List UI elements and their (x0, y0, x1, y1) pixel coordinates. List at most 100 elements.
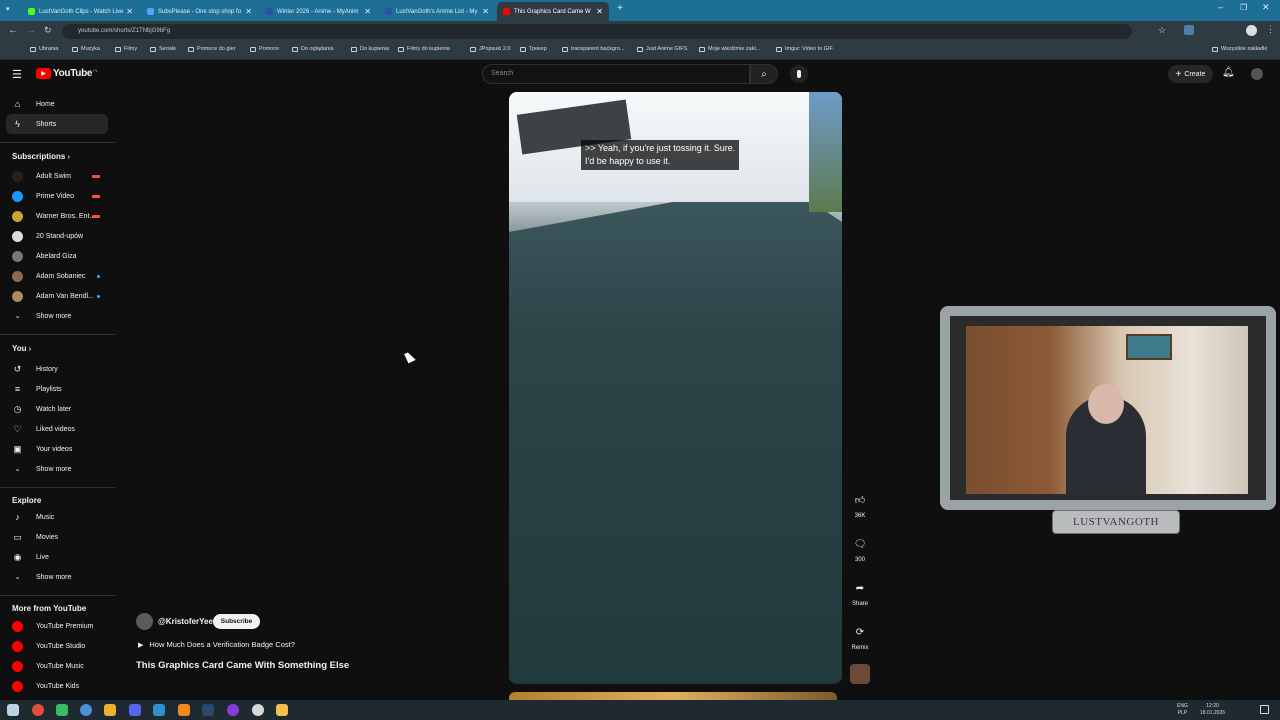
subscription-item[interactable]: Prime Video (0, 186, 115, 206)
youtube-app-link[interactable]: YouTube Studio (0, 636, 115, 656)
clock[interactable]: 12:20 18.01.2026 (1200, 703, 1225, 717)
bookmark-item[interactable]: Seriale (150, 46, 176, 52)
youtube-logo[interactable]: ▶ YouTube PL (36, 68, 98, 79)
subscription-item[interactable]: Adult Swim (0, 166, 115, 186)
search-input[interactable]: Search (482, 64, 750, 84)
subscription-item[interactable]: Warner Bros. Ent... (0, 206, 115, 226)
tab-close-icon[interactable]: ✕ (482, 7, 489, 16)
bookmark-item[interactable]: Imgur: Video to GIF (776, 46, 833, 52)
tab-close-icon[interactable]: ✕ (245, 7, 252, 16)
notifications-bell-icon[interactable]: 🔔︎ (1222, 67, 1235, 78)
sidebar-item[interactable]: ◉ Live (0, 547, 115, 567)
bookmark-item[interactable]: transparent backgro... (562, 46, 625, 52)
show-more-button[interactable]: ⌄ Show more (0, 567, 115, 587)
app-icon-blue[interactable] (80, 704, 92, 716)
sidebar-item[interactable]: ◷ Watch later (0, 399, 115, 419)
app-icon-green[interactable] (56, 704, 68, 716)
app-icon-purple[interactable] (227, 704, 239, 716)
sidebar-item[interactable]: ♪ Music (0, 507, 115, 527)
youtube-app-link[interactable]: YouTube Music (0, 656, 115, 676)
sidebar-item[interactable]: ♡ Liked videos (0, 419, 115, 439)
bookmark-item[interactable]: Muzyka (72, 46, 100, 52)
bookmark-item[interactable]: Just Anime GIFS (637, 46, 687, 52)
chrome-icon[interactable] (32, 704, 44, 716)
sidebar-item[interactable]: ▣ Your videos (0, 439, 115, 459)
start-icon[interactable] (7, 704, 19, 716)
extension-icon[interactable] (1184, 25, 1194, 35)
reload-icon[interactable]: ↻ (44, 25, 52, 36)
show-more-button[interactable]: ⌄ Show more (0, 306, 115, 326)
subscription-item[interactable]: Abelard Giza (0, 246, 115, 266)
bookmark-label: Ubrania (39, 46, 59, 52)
next-short-preview[interactable] (509, 692, 837, 700)
subscribe-button[interactable]: Subscribe (213, 614, 260, 629)
bookmark-item[interactable]: Do oglądania (292, 46, 333, 52)
minimize-button[interactable]: – (1218, 2, 1223, 12)
browser-tab[interactable]: Winter 2026 - Anime - MyAnim ✕ (260, 2, 377, 21)
subscriptions-header[interactable]: Subscriptions › (12, 152, 70, 161)
bookmark-item[interactable]: Ubrania (30, 46, 58, 52)
comments-button[interactable]: 🗨︎ 300 (848, 534, 872, 564)
discord-icon[interactable] (129, 704, 141, 716)
subscription-item[interactable]: Adam Sobaniec (0, 266, 115, 286)
subscription-item[interactable]: Adam Van Bendl... (0, 286, 115, 306)
app-icon-gray[interactable] (252, 704, 264, 716)
youtube-app-link[interactable]: YouTube Premium (0, 616, 115, 636)
maximize-button[interactable]: ❐ (1240, 3, 1247, 12)
sidebar-item[interactable]: ↺ History (0, 359, 115, 379)
tab-search-icon[interactable]: ▾ (6, 5, 16, 15)
search-button[interactable]: ⌕ (750, 64, 778, 84)
vlc-icon[interactable] (178, 704, 190, 716)
tab-close-icon[interactable]: ✕ (126, 7, 133, 16)
channel-name[interactable]: @KristoferYee (158, 617, 213, 626)
hamburger-menu-icon[interactable]: ☰ (12, 68, 22, 81)
sound-thumbnail[interactable] (850, 664, 870, 684)
bookmark-item[interactable]: Filmy (115, 46, 137, 52)
bookmark-item[interactable]: Трекер (520, 46, 547, 52)
forward-icon[interactable]: → (26, 25, 36, 36)
bookmark-item[interactable]: Do kupienia (351, 46, 389, 52)
profile-avatar[interactable] (1246, 25, 1257, 36)
create-button[interactable]: + Create (1168, 65, 1213, 83)
channel-avatar[interactable] (136, 613, 153, 630)
bookmark-item[interactable]: Filmy do kupienia (398, 46, 450, 52)
url-field[interactable]: youtube.com/shorts/Z1TNbjG9bFg (62, 24, 1132, 39)
voice-search-button[interactable] (790, 65, 808, 83)
youtube-app-link[interactable]: YouTube Kids (0, 676, 115, 696)
subscription-item[interactable]: 20 Stand-upów (0, 226, 115, 246)
bookmark-item[interactable]: JPopsuki 2.0 (470, 46, 511, 52)
bookmark-item[interactable]: Moje wiedźmie zakl... (699, 46, 760, 52)
browser-tab[interactable]: SubsPlease - One stop shop fo ✕ (141, 2, 258, 21)
show-more-button[interactable]: ⌄ Show more (0, 459, 115, 479)
like-button[interactable]: 👍︎ 36K (848, 490, 872, 519)
sidebar-item[interactable]: ⌂ Home (0, 94, 115, 114)
sidebar-item[interactable]: ▭ Movies (0, 527, 115, 547)
notification-center-icon[interactable] (1260, 705, 1269, 714)
all-bookmarks-link[interactable]: Wszystkie zakładki (1212, 46, 1267, 52)
new-tab-button[interactable]: + (617, 3, 623, 14)
back-icon[interactable]: ← (8, 25, 18, 36)
steam-icon[interactable] (202, 704, 214, 716)
account-avatar[interactable] (1251, 68, 1263, 80)
language-indicator[interactable]: ENG PLP (1177, 703, 1188, 717)
browser-tab[interactable]: LustVanGoth's Anime List - My ✕ (379, 2, 495, 21)
bookmark-item[interactable]: Pomoce do gier (188, 46, 236, 52)
tab-close-icon[interactable]: ✕ (596, 7, 603, 16)
bookmark-star-icon[interactable]: ☆ (1158, 25, 1166, 36)
app-icon-cyan[interactable] (153, 704, 165, 716)
app-icon-yellow[interactable] (104, 704, 116, 716)
browser-tab[interactable]: LustVanGoth Clips - Watch Live ✕ (22, 2, 139, 21)
related-short-link[interactable]: ▶ How Much Does a Verification Badge Cos… (136, 640, 295, 649)
close-window-button[interactable]: ✕ (1262, 2, 1270, 13)
tab-close-icon[interactable]: ✕ (364, 7, 371, 16)
browser-tab[interactable]: This Graphics Card Came W ✕ (497, 2, 609, 21)
file-explorer-icon[interactable] (276, 704, 288, 716)
share-button[interactable]: ➦ Share (848, 578, 872, 608)
sidebar-item[interactable]: ϟ Shorts (6, 114, 108, 134)
sidebar-item[interactable]: ≡ Playlists (0, 379, 115, 399)
remix-button[interactable]: ⟳ Remix (848, 622, 872, 652)
short-video-player[interactable]: >> Yeah, if you're just tossing it. Sure… (509, 92, 842, 684)
bookmark-item[interactable]: Pomoce (250, 46, 279, 52)
menu-icon[interactable]: ⋮ (1266, 24, 1275, 35)
you-header[interactable]: You › (12, 344, 31, 353)
